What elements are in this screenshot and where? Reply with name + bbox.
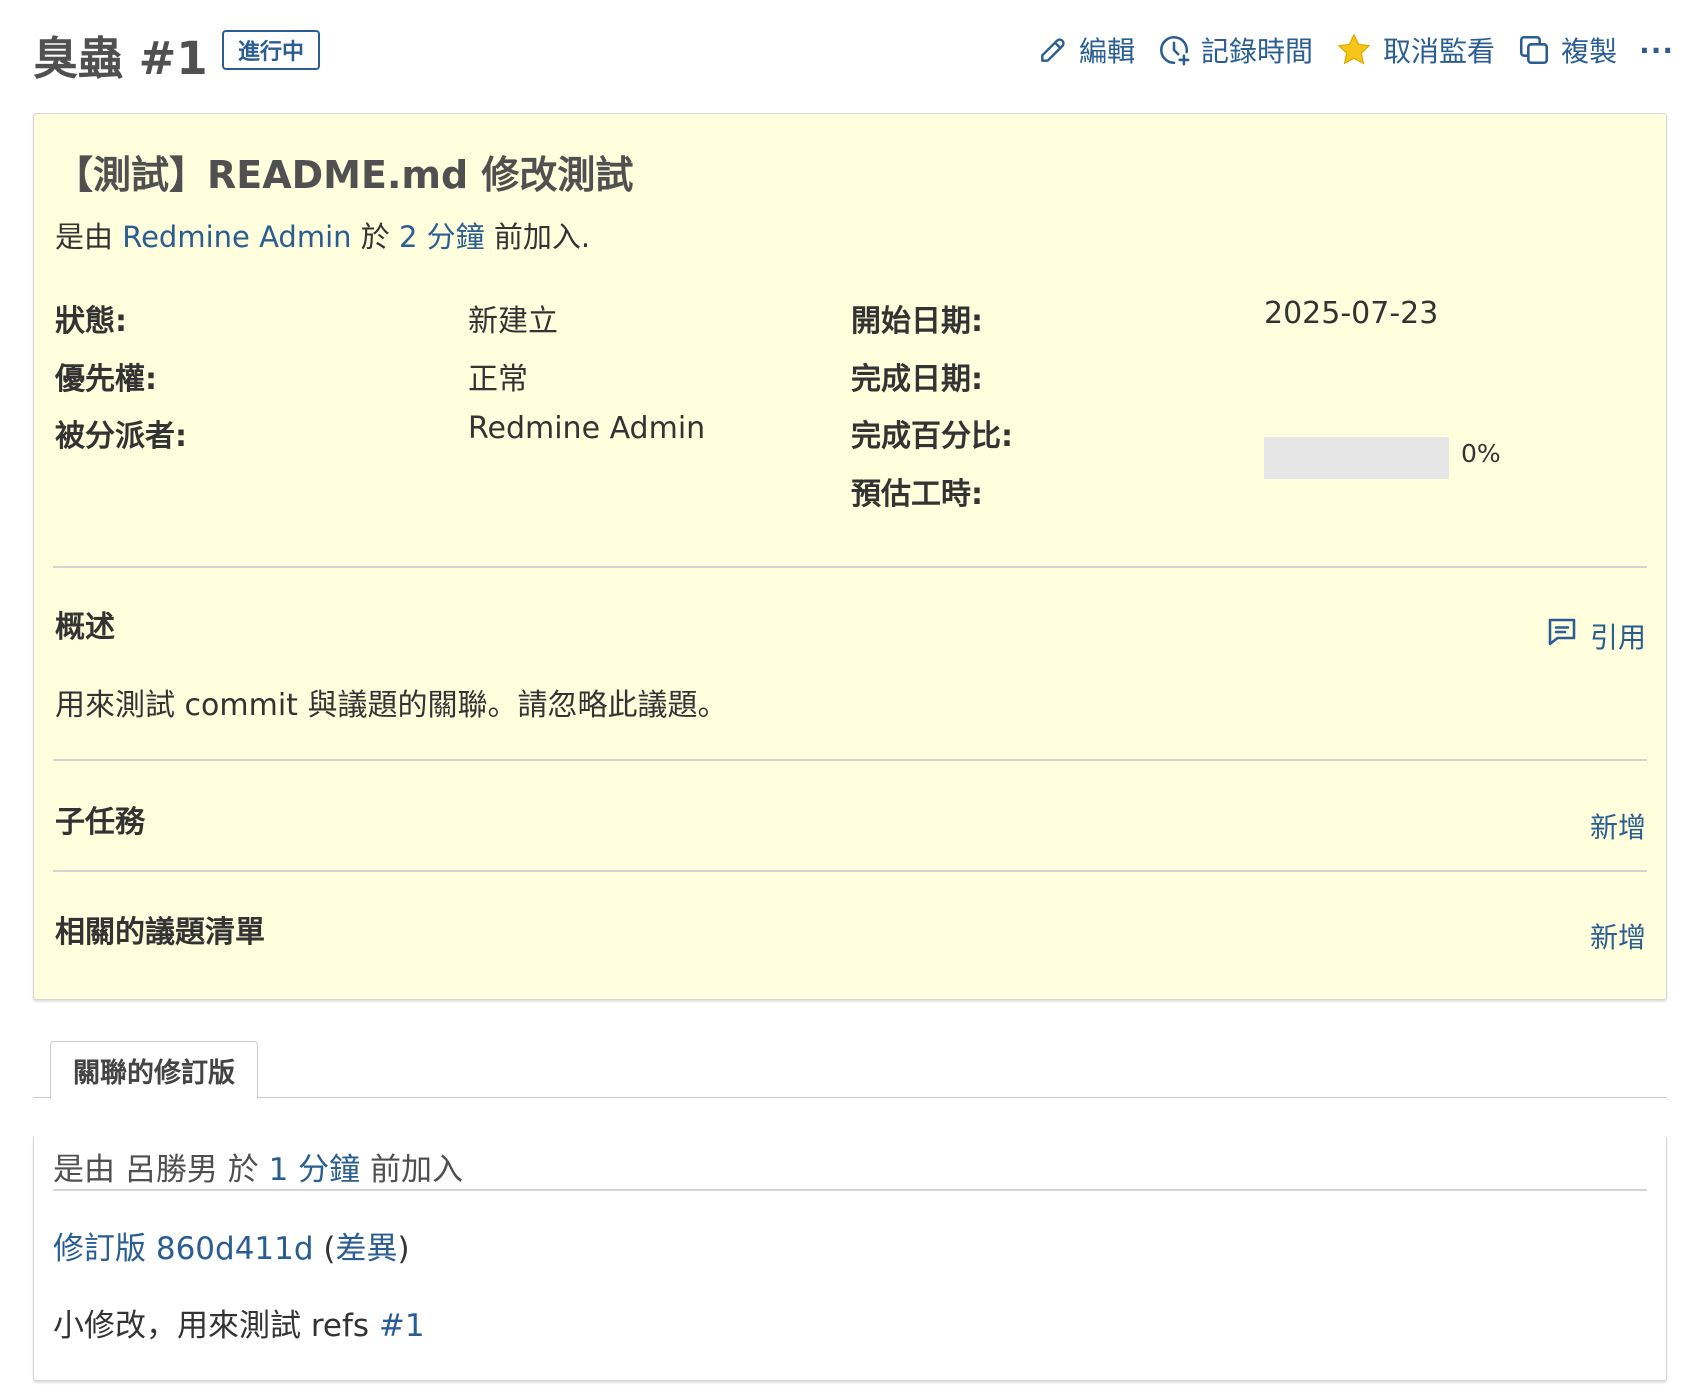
assignee-link[interactable]: Redmine Admin: [468, 411, 705, 446]
copy-button[interactable]: 複製: [1517, 30, 1617, 70]
start-date-value: 2025-07-23: [1264, 296, 1439, 331]
clock-plus-icon: [1157, 33, 1191, 67]
contextual-toolbar: 編輯 記錄時間 取消監看 複製 ···: [1037, 30, 1674, 70]
relations-title: 相關的議題清單: [55, 915, 265, 950]
quote-button[interactable]: 引用: [1544, 614, 1646, 657]
status-value: 新建立: [468, 304, 558, 339]
done-ratio-value: 0%: [1461, 439, 1501, 468]
edit-label: 編輯: [1079, 35, 1136, 68]
author-prefix: 是由: [55, 220, 114, 254]
unwatch-button[interactable]: 取消監看: [1335, 30, 1495, 70]
divider: [53, 566, 1647, 568]
changeset-suffix: 前加入: [370, 1152, 464, 1188]
quote-label: 引用: [1589, 620, 1646, 654]
status-badge: 進行中: [222, 30, 320, 70]
changeset-comment: 小修改，用來測試 refs #1: [53, 1300, 425, 1345]
changeset-age-link[interactable]: 1 分鐘: [269, 1152, 361, 1188]
changeset-mid: 於: [227, 1152, 259, 1188]
author-mid: 於: [360, 220, 390, 254]
diff-link[interactable]: 差異: [336, 1231, 398, 1267]
log-time-button[interactable]: 記錄時間: [1157, 30, 1313, 70]
tab-associated-revisions[interactable]: 關聯的修訂版: [50, 1041, 258, 1099]
revision-link[interactable]: 修訂版 860d411d: [53, 1231, 314, 1267]
changeset-author-line: 是由 呂勝男 於 1 分鐘 前加入: [53, 1144, 463, 1189]
subtasks-title: 子任務: [55, 805, 145, 840]
ellipsis-icon: ···: [1639, 33, 1674, 67]
unwatch-label: 取消監看: [1383, 35, 1496, 68]
issue-author-line: 是由 Redmine Admin 於 2 分鐘 前加入.: [55, 214, 590, 256]
issue-details-box: 【測試】README.md 修改測試 是由 Redmine Admin 於 2 …: [33, 113, 1667, 1000]
divider: [53, 759, 1647, 761]
copy-label: 複製: [1561, 35, 1618, 68]
status-label: 狀態:: [55, 304, 127, 339]
edit-button[interactable]: 編輯: [1037, 30, 1135, 70]
description-text: 用來測試 commit 與議題的關聯。請忽略此議題。: [55, 688, 728, 723]
issue-ref-link[interactable]: #1: [379, 1308, 425, 1344]
star-icon: [1335, 31, 1373, 69]
comment-quote-icon: [1544, 614, 1580, 657]
author-suffix: 前加入.: [493, 220, 591, 254]
close-paren: ): [397, 1231, 410, 1267]
estimated-hours-label: 預估工時:: [851, 477, 983, 512]
page-title: 臭蟲 #1: [33, 32, 208, 85]
created-age-link[interactable]: 2 分鐘: [399, 220, 485, 254]
description-title: 概述: [55, 610, 115, 645]
more-actions-button[interactable]: ···: [1639, 34, 1674, 67]
priority-label: 優先權:: [55, 362, 157, 397]
copy-icon: [1517, 33, 1551, 67]
assignee-label: 被分派者:: [55, 419, 187, 454]
changeset-prefix: 是由: [53, 1152, 115, 1188]
issue-subject: 【測試】README.md 修改測試: [55, 153, 634, 197]
changeset-author: 呂勝男: [124, 1152, 218, 1188]
author-link[interactable]: Redmine Admin: [122, 220, 351, 254]
progress-bar: [1264, 437, 1449, 479]
priority-value: 正常: [468, 362, 528, 397]
log-time-label: 記錄時間: [1201, 35, 1314, 68]
comment-text: 小修改，用來測試 refs: [53, 1308, 370, 1344]
start-date-label: 開始日期:: [851, 304, 983, 339]
tab-baseline: [33, 1097, 1667, 1098]
divider: [53, 1189, 1647, 1191]
revision-line: 修訂版 860d411d (差異): [53, 1223, 410, 1268]
pencil-icon: [1037, 34, 1069, 66]
add-subtask-link[interactable]: 新增: [1590, 806, 1646, 846]
add-relation-link[interactable]: 新增: [1590, 916, 1646, 956]
divider: [53, 870, 1647, 872]
done-ratio-label: 完成百分比:: [851, 419, 1013, 454]
open-paren: (: [323, 1231, 336, 1267]
changeset-box: 是由 呂勝男 於 1 分鐘 前加入 修訂版 860d411d (差異) 小修改，…: [33, 1137, 1667, 1381]
due-date-label: 完成日期:: [851, 362, 983, 397]
